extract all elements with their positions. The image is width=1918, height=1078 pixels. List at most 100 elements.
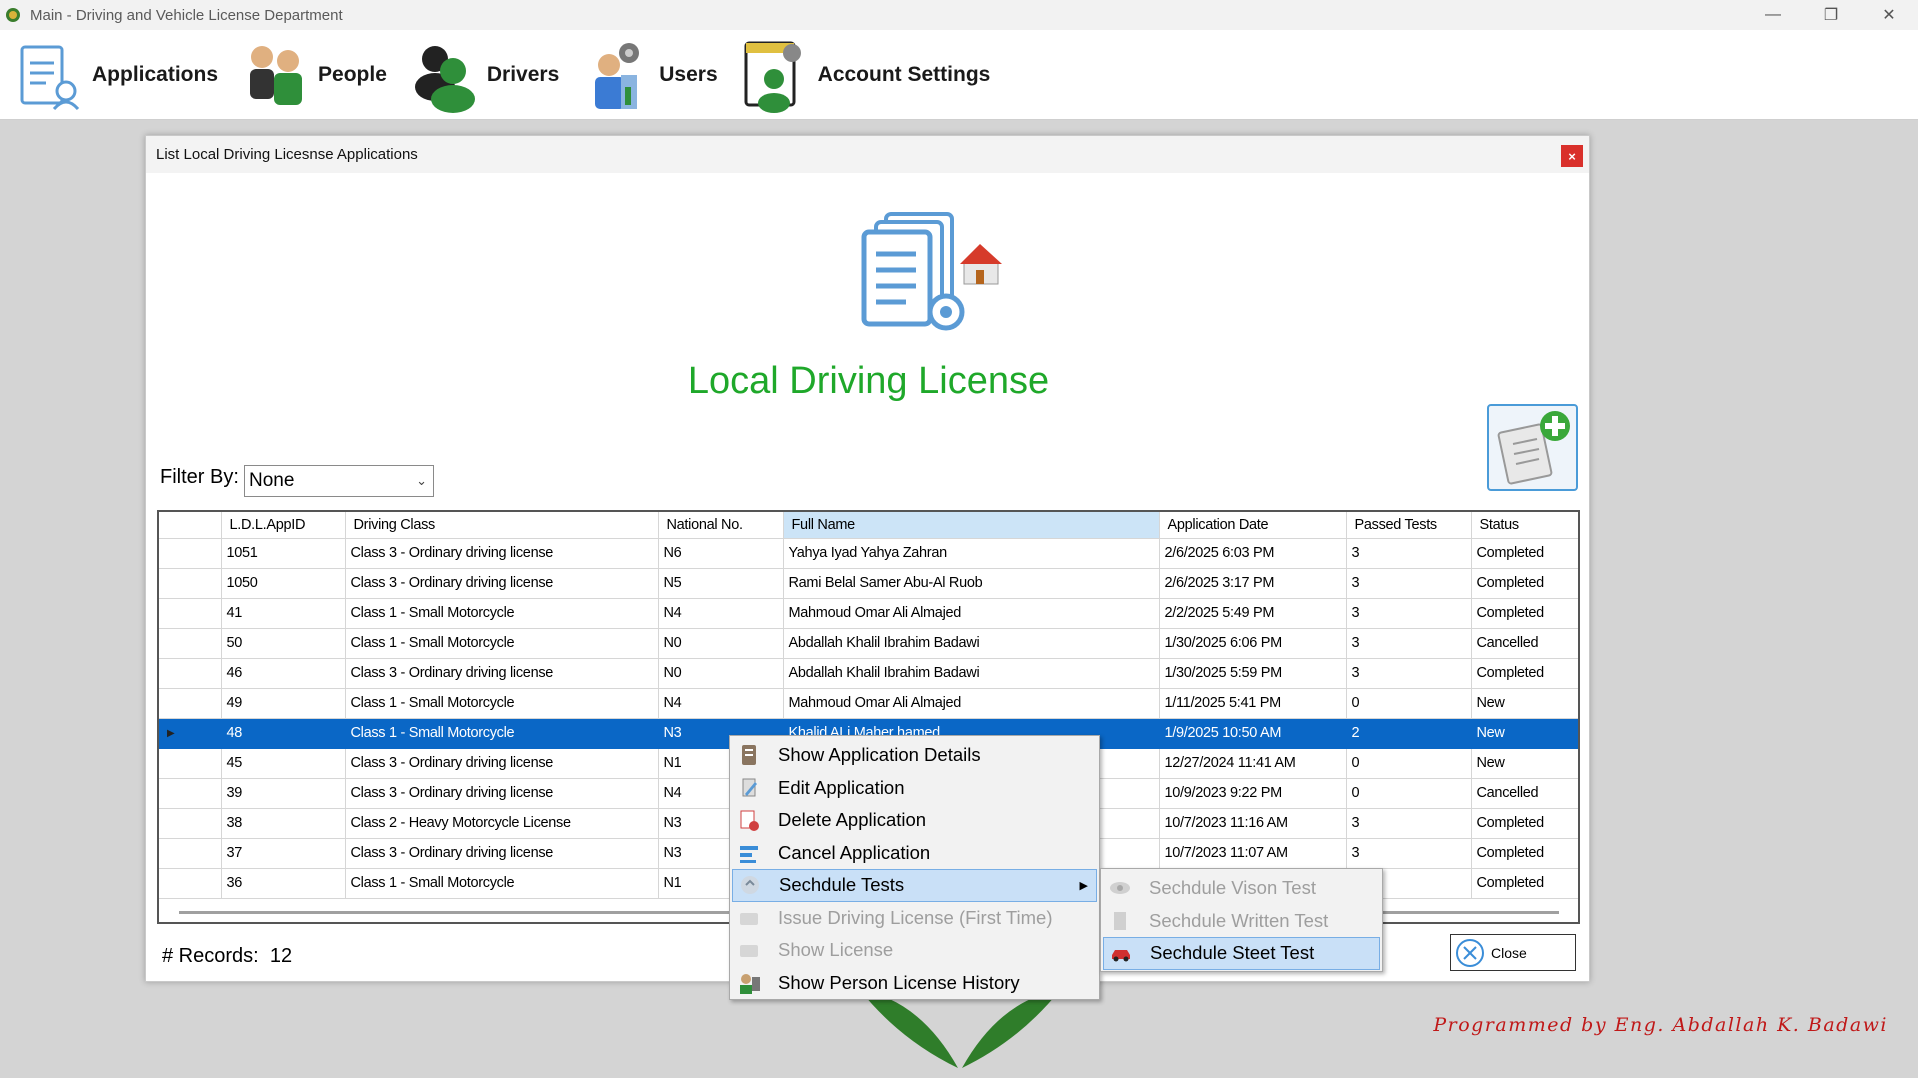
table-cell: 12/27/2024 11:41 AM xyxy=(1159,748,1347,779)
table-cell: 1/9/2025 10:50 AM xyxy=(1159,718,1347,749)
close-button[interactable]: Close xyxy=(1450,934,1576,971)
child-close-button[interactable]: × xyxy=(1561,145,1583,167)
menu-item-delete-application[interactable]: Delete Application xyxy=(732,804,1097,837)
table-cell: Cancelled xyxy=(1471,628,1578,659)
details-icon xyxy=(736,743,762,767)
table-cell: Class 3 - Ordinary driving license xyxy=(345,748,659,779)
row-header[interactable]: ▶ xyxy=(159,718,222,749)
table-cell: 1/30/2025 6:06 PM xyxy=(1159,628,1347,659)
table-cell: 0 xyxy=(1346,688,1472,719)
menu-item-cancel-application[interactable]: Cancel Application xyxy=(732,837,1097,870)
applications-icon xyxy=(20,45,80,110)
table-cell: Class 3 - Ordinary driving license xyxy=(345,568,659,599)
table-cell: 3 xyxy=(1346,838,1472,869)
table-cell: 2 xyxy=(1346,718,1472,749)
table-cell: 49 xyxy=(221,688,346,719)
menu-drivers[interactable]: Drivers xyxy=(409,30,559,120)
menu-item-show-license[interactable]: Show License xyxy=(732,934,1097,967)
menu-item-sechdule-steet-test[interactable]: Sechdule Steet Test xyxy=(1103,937,1380,970)
page-heading: Local Driving License xyxy=(687,360,1050,402)
table-cell: 2/6/2025 6:03 PM xyxy=(1159,538,1347,569)
table-cell: Class 3 - Ordinary driving license xyxy=(345,778,659,809)
menu-applications[interactable]: Applications xyxy=(14,30,218,120)
table-cell: Class 3 - Ordinary driving license xyxy=(345,538,659,569)
table-cell: New xyxy=(1471,718,1578,749)
table-cell: 1050 xyxy=(221,568,346,599)
table-cell: 1/30/2025 5:59 PM xyxy=(1159,658,1347,689)
add-application-button[interactable] xyxy=(1487,404,1578,491)
table-cell: Completed xyxy=(1471,868,1578,899)
table-row[interactable]: 46 Class 3 - Ordinary driving license N0 Ab… xyxy=(159,658,1578,689)
menu-item-label: Show License xyxy=(778,939,894,961)
submenu-arrow-icon: ▶ xyxy=(1079,879,1088,892)
table-row[interactable]: 41 Class 1 - Small Motorcycle N4 Mahmoud Om… xyxy=(159,598,1578,629)
main-menu-bar: Applications People Drivers Users Accoun… xyxy=(0,30,1918,120)
table-cell: 36 xyxy=(221,868,346,899)
menu-people[interactable]: People xyxy=(240,30,387,120)
menu-item-edit-application[interactable]: Edit Application xyxy=(732,772,1097,805)
row-header[interactable] xyxy=(159,748,222,779)
table-cell: 50 xyxy=(221,628,346,659)
table-cell: N5 xyxy=(658,568,784,599)
row-header[interactable] xyxy=(159,868,222,899)
column-header[interactable]: Driving Class xyxy=(345,512,659,539)
table-cell: Completed xyxy=(1471,538,1578,569)
row-header[interactable] xyxy=(159,628,222,659)
menu-account-settings[interactable]: Account Settings xyxy=(740,30,990,120)
table-cell: Class 1 - Small Motorcycle xyxy=(345,868,659,899)
table-cell: 37 xyxy=(221,838,346,869)
table-cell: Class 2 - Heavy Motorcycle License xyxy=(345,808,659,839)
menu-users[interactable]: Users xyxy=(581,30,718,120)
column-header[interactable]: Application Date xyxy=(1159,512,1347,539)
table-row[interactable]: 50 Class 1 - Small Motorcycle N0 Abdallah K… xyxy=(159,628,1578,659)
menu-item-label: Show Person License History xyxy=(778,971,1020,993)
table-row[interactable]: 49 Class 1 - Small Motorcycle N4 Mahmoud Om… xyxy=(159,688,1578,719)
menu-item-show-application-details[interactable]: Show Application Details xyxy=(732,739,1097,772)
column-header[interactable]: Passed Tests xyxy=(1346,512,1472,539)
menu-item-label: Show Application Details xyxy=(778,744,981,766)
menu-item-sechdule-vison-test[interactable]: Sechdule Vison Test xyxy=(1103,872,1380,905)
records-value: 12 xyxy=(269,945,293,967)
chevron-down-icon: ⌄ xyxy=(416,473,427,488)
row-header[interactable] xyxy=(159,778,222,809)
menu-item-show-person-license-history[interactable]: Show Person License History xyxy=(732,967,1097,1000)
context-menu: Show Application Details Edit Application… xyxy=(729,735,1100,1000)
table-cell: Mahmoud Omar Ali Almajed xyxy=(783,688,1160,719)
menu-item-sechdule-tests[interactable]: Sechdule Tests ▶ xyxy=(732,869,1097,902)
row-header[interactable] xyxy=(159,808,222,839)
table-cell: 3 xyxy=(1346,628,1472,659)
schedule-tests-submenu: Sechdule Vison Test Sechdule Written Test… xyxy=(1100,868,1383,972)
row-header[interactable] xyxy=(159,688,222,719)
close-window-button[interactable]: ✕ xyxy=(1860,0,1918,30)
users-icon xyxy=(595,42,640,109)
child-window-title: List Local Driving Licesnse Applications xyxy=(156,146,418,163)
car-icon xyxy=(1108,941,1134,965)
menu-item-label: Sechdule Vison Test xyxy=(1149,877,1316,899)
people-icon xyxy=(250,45,303,105)
table-cell: 3 xyxy=(1346,538,1472,569)
row-header[interactable] xyxy=(159,598,222,629)
row-header[interactable] xyxy=(159,838,222,869)
menu-item-label: Issue Driving License (First Time) xyxy=(778,906,1053,928)
row-header[interactable] xyxy=(159,568,222,599)
column-header[interactable]: L.D.L.AppID xyxy=(221,512,346,539)
minimize-button[interactable]: — xyxy=(1744,0,1802,30)
menu-item-issue-driving-license-first-time[interactable]: Issue Driving License (First Time) xyxy=(732,902,1097,935)
table-cell: 41 xyxy=(221,598,346,629)
table-row[interactable]: 1051 Class 3 - Ordinary driving license N6… xyxy=(159,538,1578,569)
table-cell: Completed xyxy=(1471,808,1578,839)
column-header[interactable]: National No. xyxy=(658,512,784,539)
table-cell: Mahmoud Omar Ali Almajed xyxy=(783,598,1160,629)
menu-item-sechdule-written-test[interactable]: Sechdule Written Test xyxy=(1103,905,1380,938)
row-header[interactable] xyxy=(159,538,222,569)
filter-dropdown[interactable]: None ⌄ xyxy=(244,465,434,497)
restore-button[interactable]: ❐ xyxy=(1802,0,1860,30)
table-row[interactable]: 1050 Class 3 - Ordinary driving license N5… xyxy=(159,568,1578,599)
row-header[interactable] xyxy=(159,658,222,689)
table-cell: Completed xyxy=(1471,568,1578,599)
license-history-icon xyxy=(736,971,762,995)
close-circle-icon xyxy=(1456,938,1484,967)
column-header[interactable]: Status xyxy=(1471,512,1578,539)
column-header[interactable]: Full Name xyxy=(783,512,1160,539)
menu-item-label: Edit Application xyxy=(778,776,905,798)
